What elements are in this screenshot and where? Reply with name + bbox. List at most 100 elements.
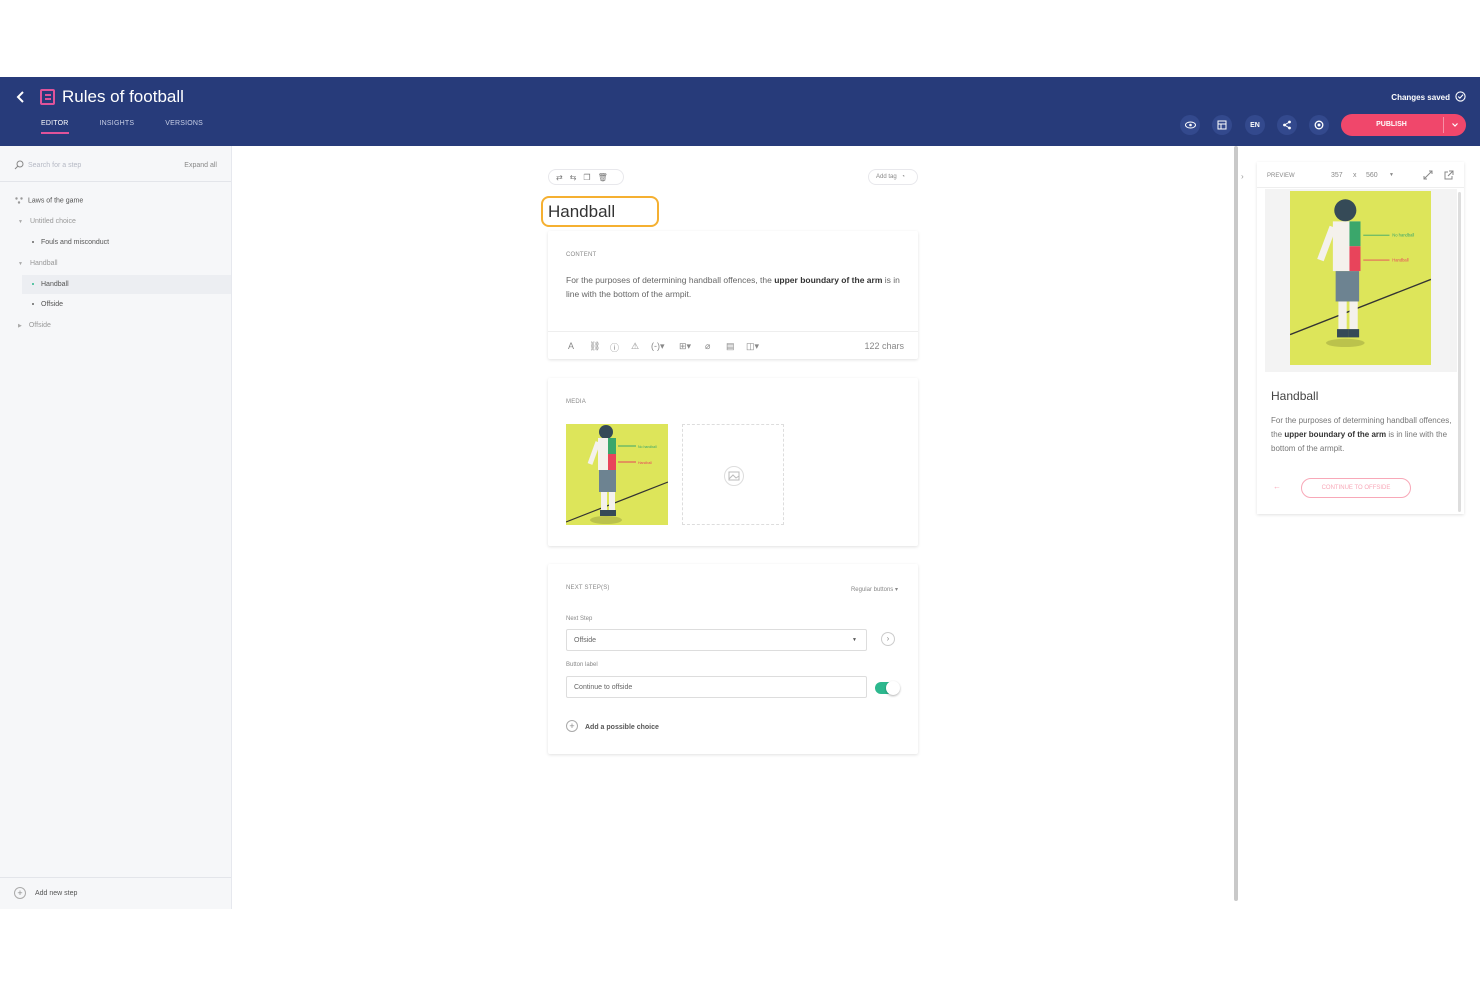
preview-width[interactable]: 357 xyxy=(1331,172,1343,179)
tree-item-handball[interactable]: Handball xyxy=(32,281,69,288)
link-icon[interactable]: ⛓ xyxy=(589,341,600,352)
button-label-input[interactable]: Continue to offside xyxy=(566,676,867,698)
table-icon[interactable]: ⊞▾ xyxy=(679,341,691,352)
share-button[interactable] xyxy=(1277,115,1297,135)
flow-icon xyxy=(15,197,23,204)
button-mode-select[interactable]: Regular buttons ▾ xyxy=(851,586,898,593)
document-icon xyxy=(40,89,55,105)
preview-step-title: Handball xyxy=(1271,389,1319,403)
text-format-icon[interactable]: A xyxy=(568,341,574,351)
variable-icon[interactable]: (-)▾ xyxy=(651,341,665,352)
preview-media: No handball Handball xyxy=(1265,189,1457,372)
external-link-icon[interactable] xyxy=(1444,170,1454,180)
content-card: CONTENT For the purposes of determining … xyxy=(548,231,918,359)
publish-label: PUBLISH xyxy=(1376,121,1407,128)
next-steps-card: NEXT STEP(S) Regular buttons ▾ Next Step… xyxy=(548,564,918,754)
publish-separator xyxy=(1443,117,1444,133)
tree-item-label: Fouls and misconduct xyxy=(41,239,110,246)
toggle-knob xyxy=(886,681,900,695)
eye-icon xyxy=(1184,121,1196,129)
collapse-preview-icon[interactable]: › xyxy=(1241,172,1244,181)
tree-item-label: Laws of the game xyxy=(28,197,84,205)
tag-icon: ◔ xyxy=(901,174,905,180)
handball-illustration: No handball Handball xyxy=(1290,199,1431,348)
step-actions-toolbar: ⇄ ⇆ ❐ 🗑 xyxy=(548,169,624,185)
swap-icon[interactable]: ⇄ xyxy=(556,173,563,182)
preview-continue-button[interactable]: CONTINUE TO OFFSIDE xyxy=(1301,478,1411,498)
step-title-input[interactable]: Handball xyxy=(541,196,659,227)
tree-item-fouls-and-misconduct[interactable]: Fouls and misconduct xyxy=(32,239,109,246)
language-button[interactable]: EN xyxy=(1245,115,1265,135)
main-tabs: EDITOR INSIGHTS VERSIONS xyxy=(41,120,234,134)
next-step-value: Offside xyxy=(574,637,597,644)
preview-content: For the purposes of determining handball… xyxy=(1271,416,1452,453)
next-step-select[interactable]: Offside ▼ xyxy=(566,629,867,651)
image-icon xyxy=(724,466,744,486)
content-editor[interactable]: For the purposes of determining handball… xyxy=(566,273,901,301)
layout-button[interactable] xyxy=(1212,115,1232,135)
preview-eye-button[interactable] xyxy=(1180,115,1200,135)
media-thumbnail[interactable]: No handball Handball xyxy=(566,424,668,525)
add-step-label: Add new step xyxy=(35,890,78,897)
caret-down-icon[interactable]: ▼ xyxy=(18,219,23,225)
expand-icon[interactable] xyxy=(1423,170,1433,180)
tab-versions[interactable]: VERSIONS xyxy=(165,120,203,134)
chevron-down-icon[interactable] xyxy=(1450,120,1460,130)
caret-down-icon[interactable]: ▼ xyxy=(18,261,23,267)
caret-right-icon[interactable]: ▶ xyxy=(18,323,22,329)
preview-image: No handball Handball xyxy=(1290,191,1431,365)
add-tag-label: Add tag xyxy=(876,174,897,180)
tree-item-offside[interactable]: Offside xyxy=(32,301,63,308)
device-dropdown-icon[interactable]: ▼ xyxy=(1389,172,1394,178)
bullet-icon xyxy=(32,283,34,286)
panel-divider-scrollbar[interactable] xyxy=(1234,146,1238,901)
tree-item-offside-group[interactable]: ▶ Offside xyxy=(18,322,51,329)
bullet-icon xyxy=(32,241,34,244)
save-status: Changes saved xyxy=(1391,93,1450,102)
tab-insights[interactable]: INSIGHTS xyxy=(100,120,135,134)
media-label: MEDIA xyxy=(566,399,587,405)
back-arrow-icon[interactable] xyxy=(13,89,29,105)
comment-icon[interactable]: ▤ xyxy=(726,341,735,352)
trash-icon[interactable]: 🗑 xyxy=(598,173,608,182)
preview-scrollbar[interactable] xyxy=(1458,192,1461,512)
tab-editor[interactable]: EDITOR xyxy=(41,120,69,134)
handball-label: Handball xyxy=(1392,257,1408,262)
button-visibility-toggle[interactable] xyxy=(875,681,900,695)
content-label: CONTENT xyxy=(566,252,597,258)
top-bar: Rules of football EDITOR INSIGHTS VERSIO… xyxy=(0,77,1480,146)
go-to-step-button[interactable]: › xyxy=(881,632,895,646)
tree-item-laws-of-the-game[interactable]: Laws of the game xyxy=(15,197,83,204)
char-count: 122 chars xyxy=(864,341,904,351)
tree-item-label: Handball xyxy=(41,281,69,288)
check-circle-icon xyxy=(1455,91,1466,102)
search-icon xyxy=(14,160,24,170)
no-handball-label: No handball xyxy=(1392,233,1414,238)
add-media-placeholder[interactable] xyxy=(682,424,784,525)
tree-item-label: Offside xyxy=(28,322,51,329)
bullet-icon xyxy=(32,303,34,306)
search-input[interactable]: Search for a step xyxy=(28,162,81,169)
columns-icon[interactable]: ◫▾ xyxy=(746,341,759,352)
attachment-icon[interactable]: ⌀ xyxy=(705,341,710,352)
steps-sidebar: Search for a step Expand all Laws of the… xyxy=(0,146,232,909)
warning-icon[interactable]: ⚠ xyxy=(631,341,639,352)
tree-item-handball-group[interactable]: ▼ Handball xyxy=(18,260,58,267)
publish-button[interactable]: PUBLISH xyxy=(1341,114,1466,136)
info-icon[interactable]: ⓘ xyxy=(610,341,619,354)
expand-all-link[interactable]: Expand all xyxy=(184,162,217,169)
add-tag-button[interactable]: Add tag ◔ xyxy=(868,169,918,185)
copy-icon[interactable]: ❐ xyxy=(583,173,590,182)
branch-icon[interactable]: ⇆ xyxy=(570,173,577,182)
layout-icon xyxy=(1217,120,1227,130)
preview-height[interactable]: 560 xyxy=(1366,172,1378,179)
tree-item-untitled-choice[interactable]: ▼ Untitled choice xyxy=(18,218,76,225)
add-choice-button[interactable]: + Add a possible choice xyxy=(566,720,659,732)
preview-label: PREVIEW xyxy=(1267,173,1295,179)
handball-label: Handball xyxy=(638,461,652,465)
add-new-step-button[interactable]: + Add new step xyxy=(0,877,231,909)
step-search: Search for a step Expand all xyxy=(0,146,231,182)
preview-back-arrow[interactable]: ← xyxy=(1273,482,1281,491)
gear-icon xyxy=(1314,120,1324,130)
settings-button[interactable] xyxy=(1309,115,1329,135)
